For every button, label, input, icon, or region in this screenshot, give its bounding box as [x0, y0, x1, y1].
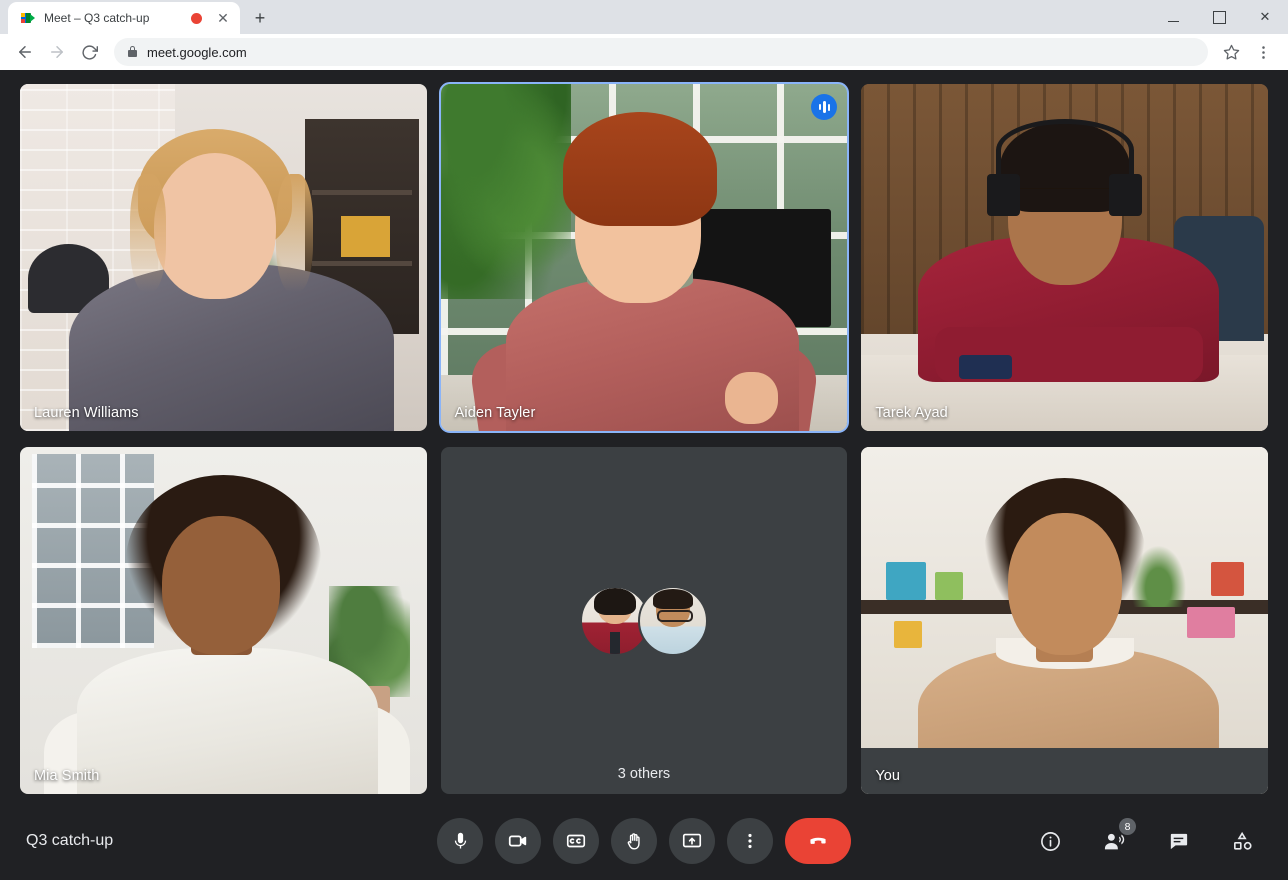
overflow-participants-label: 3 others: [617, 766, 671, 782]
browser-menu-icon[interactable]: [1248, 37, 1278, 67]
self-view-tile[interactable]: You: [861, 447, 1268, 794]
secondary-controls: 8: [1028, 818, 1264, 863]
address-bar-url: meet.google.com: [147, 44, 247, 60]
raise-hand-icon: [624, 831, 645, 852]
new-tab-button[interactable]: +: [246, 4, 274, 32]
back-icon[interactable]: [10, 37, 40, 67]
google-meet-favicon: [20, 10, 36, 26]
overflow-participants-tile[interactable]: 3 others: [440, 447, 848, 794]
meeting-title: Q3 catch-up: [26, 832, 114, 849]
video-feed: [861, 84, 1268, 431]
more-options-icon: [740, 831, 760, 851]
window-controls: ✕: [1150, 0, 1288, 34]
video-feed: [20, 447, 427, 794]
maximize-window-button[interactable]: [1196, 0, 1242, 34]
participant-name: Mia Smith: [34, 768, 100, 784]
participant-tile-active-speaker[interactable]: Aiden Tayler: [438, 82, 850, 433]
primary-controls: [437, 818, 851, 864]
address-bar[interactable]: meet.google.com: [114, 38, 1208, 66]
activities-button[interactable]: [1220, 819, 1264, 863]
participant-name: You: [875, 768, 901, 784]
chat-icon: [1167, 830, 1190, 853]
overflow-avatars: [441, 447, 848, 794]
forward-icon[interactable]: [42, 37, 72, 67]
video-feed: [861, 447, 1268, 794]
captions-icon: [565, 830, 587, 852]
camera-button[interactable]: [495, 818, 541, 864]
secure-lock-icon: [128, 46, 137, 57]
participant-tile[interactable]: Mia Smith: [20, 447, 427, 794]
browser-toolbar: meet.google.com: [0, 34, 1288, 70]
participant-tile[interactable]: Lauren Williams: [20, 84, 427, 431]
microphone-button[interactable]: [437, 818, 483, 864]
microphone-icon: [450, 831, 471, 852]
minimize-window-button[interactable]: [1150, 0, 1196, 34]
close-tab-icon[interactable]: ✕: [214, 9, 232, 27]
info-icon: [1039, 830, 1062, 853]
captions-button[interactable]: [553, 818, 599, 864]
leave-call-button[interactable]: [785, 818, 851, 864]
chat-button[interactable]: [1156, 819, 1200, 863]
people-count-badge: 8: [1119, 818, 1136, 835]
leave-call-icon: [805, 828, 831, 854]
star-icon[interactable]: [1216, 37, 1246, 67]
video-feed: [20, 84, 427, 431]
participant-grid: Lauren Williams Aiden Tayler Tarek Ayad …: [20, 82, 1268, 794]
reload-icon[interactable]: [74, 37, 104, 67]
raise-hand-button[interactable]: [611, 818, 657, 864]
browser-chrome: Meet – Q3 catch-up ✕ + ✕ meet.google.com: [0, 0, 1288, 70]
video-feed: [440, 84, 848, 431]
people-button[interactable]: 8: [1092, 818, 1136, 863]
close-window-button[interactable]: ✕: [1242, 0, 1288, 34]
participant-tile[interactable]: Tarek Ayad: [861, 84, 1268, 431]
activities-icon: [1231, 830, 1254, 853]
participant-name: Tarek Ayad: [875, 405, 948, 421]
recording-dot-icon: [191, 12, 202, 24]
tab-strip: Meet – Q3 catch-up ✕ + ✕: [0, 0, 1288, 34]
participant-name: Aiden Tayler: [454, 405, 536, 421]
browser-tab[interactable]: Meet – Q3 catch-up ✕: [8, 2, 240, 34]
meeting-control-bar: Q3 catch-up 8: [0, 802, 1288, 880]
meeting-details-button[interactable]: [1028, 819, 1072, 863]
camera-icon: [507, 830, 529, 852]
participant-name: Lauren Williams: [34, 405, 139, 421]
present-screen-icon: [681, 830, 703, 852]
present-screen-button[interactable]: [669, 818, 715, 864]
more-options-button[interactable]: [727, 818, 773, 864]
avatar: [637, 585, 708, 656]
meet-stage: Lauren Williams Aiden Tayler Tarek Ayad …: [0, 70, 1288, 880]
tab-title: Meet – Q3 catch-up: [44, 11, 150, 25]
